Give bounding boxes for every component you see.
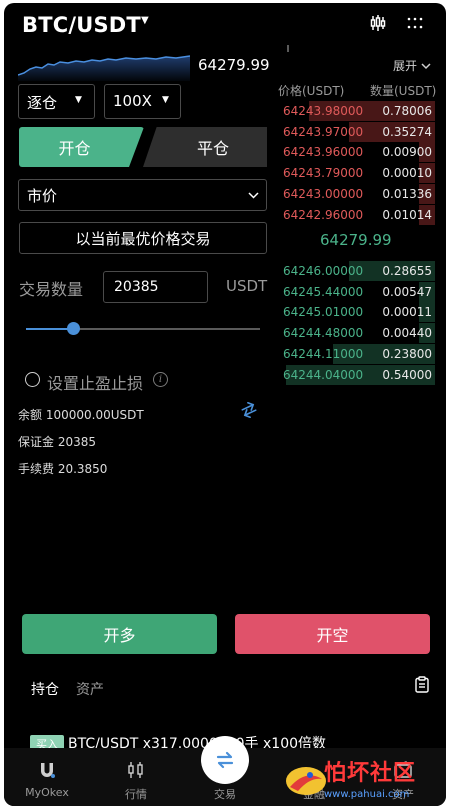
quantity-slider-fill: [26, 328, 73, 330]
tab-assets[interactable]: 资产: [76, 679, 104, 699]
best-price-button[interactable]: 以当前最优价格交易: [19, 222, 267, 254]
fee-text: 手续费 20.3850: [18, 462, 108, 476]
swap-arrows-icon: [216, 751, 234, 769]
orderbook-price: 64243.00000: [283, 186, 364, 201]
chevron-down-icon: [421, 63, 431, 70]
margin-mode-select[interactable]: 逐仓 ▼: [18, 84, 95, 119]
orderbook-row[interactable]: 64244.04000 0.54000: [278, 364, 435, 385]
okex-logo-icon: [41, 763, 55, 778]
orderbook-row[interactable]: 64243.00000 0.01336: [278, 183, 435, 204]
orderbook-price: 64245.01000: [283, 305, 364, 320]
orderbook-qty: 0.54000: [382, 367, 432, 382]
quantity-slider-thumb[interactable]: [67, 322, 80, 335]
orderbook-row[interactable]: 64243.96000 0.00900: [278, 142, 435, 163]
order-type-select[interactable]: 市价: [18, 179, 267, 211]
watermark-text: 怕坏社区: [324, 761, 417, 786]
tpsl-radio[interactable]: [25, 372, 40, 387]
watermark-url: www.pahuai.com: [324, 789, 410, 800]
orderbook-qty: 0.28655: [382, 264, 432, 278]
expand-button[interactable]: 展开: [393, 57, 431, 74]
orderbook-price: 64244.04000: [283, 367, 364, 382]
orderbook-qty: 0.00011: [382, 305, 432, 320]
orderbook-qty: 0.78006: [382, 104, 432, 118]
orderbook-qty: 0.01336: [382, 186, 432, 201]
more-icon[interactable]: [404, 12, 426, 34]
orderbook-price: 64242.96000: [283, 207, 364, 222]
nav-label: 交易: [214, 788, 236, 801]
quantity-label: 交易数量: [19, 280, 84, 299]
orderbook-qty: 0.01014: [382, 207, 432, 222]
chevron-down-icon: ▼: [75, 95, 82, 105]
tab-positions[interactable]: 持仓: [31, 679, 59, 699]
tpsl-label[interactable]: 设置止盈止损: [47, 370, 143, 394]
orderbook-row[interactable]: 64244.11000 0.23800: [278, 343, 435, 364]
orderbook-price: 64246.00000: [283, 264, 364, 278]
leverage-select[interactable]: 100X ▼: [104, 84, 181, 119]
orderbook-row[interactable]: 64242.96000 0.01014: [278, 204, 435, 225]
nav-item-market[interactable]: 行情: [96, 748, 176, 806]
orderbook-price: 64245.44000: [283, 284, 364, 299]
orderbook-row[interactable]: 64245.01000 0.00011: [278, 302, 435, 323]
open-short-button[interactable]: 开空: [235, 614, 430, 654]
nav-label: 行情: [125, 788, 147, 801]
orderbook-price: 64244.11000: [283, 346, 364, 361]
mini-price-chart: [18, 55, 190, 81]
margin-mode-value: 逐仓: [27, 94, 58, 112]
orderbook-row[interactable]: 64244.48000 0.00440: [278, 323, 435, 344]
tab-open-position[interactable]: 开仓: [19, 127, 144, 167]
orderbook-price: 64243.98000: [283, 104, 364, 118]
chevron-down-icon: [248, 192, 259, 199]
expand-label: 展开: [393, 59, 418, 73]
orderbook-row[interactable]: 64246.00000 0.28655: [278, 261, 435, 281]
order-type-value: 市价: [27, 187, 58, 205]
leverage-value: 100X: [113, 92, 152, 110]
trade-fab-button[interactable]: [201, 736, 249, 784]
orderbook-qty-header: 数量(USDT): [370, 84, 437, 98]
tab-close-position[interactable]: 平仓: [143, 127, 267, 167]
orderbook-price-header: 价格(USDT): [278, 84, 345, 98]
orderbook-qty: 0.00440: [382, 326, 432, 341]
chevron-down-icon: ▼: [162, 95, 169, 105]
orderbook-qty: 0.23800: [382, 346, 432, 361]
orderbook-price: 64243.97000: [283, 124, 364, 139]
margin-text: 保证金 20385: [18, 435, 96, 449]
orderbook-row[interactable]: 64243.98000 0.78006: [278, 101, 435, 121]
info-icon[interactable]: i: [153, 372, 168, 387]
candlestick-chart-icon[interactable]: [367, 12, 389, 34]
orderbook-price: 64243.96000: [283, 145, 364, 160]
trading-pair-title[interactable]: BTC/USDT: [22, 13, 141, 37]
pair-dropdown-caret-icon[interactable]: ▼: [141, 15, 149, 26]
orderbook-mid-price: 64279.99: [320, 231, 392, 249]
divider: [287, 45, 289, 52]
quantity-input[interactable]: 20385: [103, 271, 208, 303]
open-long-button[interactable]: 开多: [22, 614, 217, 654]
orderbook-qty: 0.35274: [382, 124, 432, 139]
orderbook-row[interactable]: 64245.44000 0.00547: [278, 281, 435, 302]
clipboard-icon[interactable]: [415, 676, 429, 693]
balance-text: 余额 100000.00USDT: [18, 408, 144, 422]
orderbook-qty: 0.00547: [382, 284, 432, 299]
nav-item-myokex[interactable]: MyOkex: [7, 748, 87, 806]
orderbook-qty: 0.00010: [382, 166, 432, 181]
orderbook-price: 64244.48000: [283, 326, 364, 341]
orderbook-price: 64243.79000: [283, 166, 364, 181]
nav-label: MyOkex: [25, 786, 69, 799]
quantity-unit: USDT: [226, 277, 268, 295]
candlestick-icon: [128, 762, 143, 778]
orderbook-row[interactable]: 64243.79000 0.00010: [278, 163, 435, 184]
app-frame: BTC/USDT ▼ 64279.99 逐仓 ▼ 100X ▼ 开仓 平仓 市价…: [4, 3, 446, 806]
transfer-icon[interactable]: [240, 401, 258, 419]
last-price: 64279.99: [198, 56, 270, 74]
orderbook-qty: 0.00900: [382, 145, 432, 160]
orderbook-row[interactable]: 64243.97000 0.35274: [278, 121, 435, 142]
